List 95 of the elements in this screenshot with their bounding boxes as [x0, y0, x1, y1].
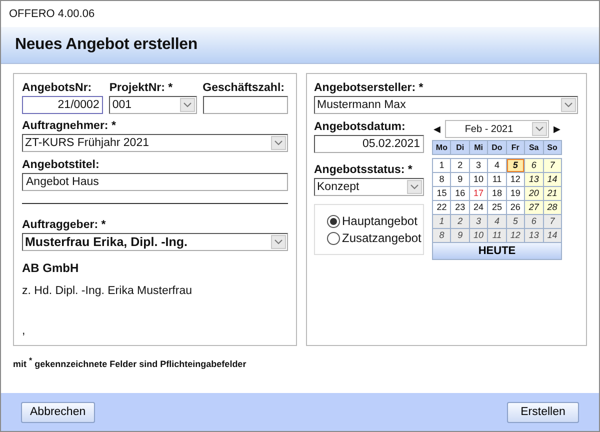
weekday-header: Mi	[470, 141, 488, 154]
weekday-header: So	[544, 141, 561, 154]
calendar-day[interactable]: 12	[506, 229, 524, 242]
field-label: Angebotsdatum:	[314, 120, 406, 134]
dropdown-button[interactable]	[180, 98, 195, 112]
chevron-down-icon	[410, 184, 419, 190]
previous-month-button[interactable]: ◀	[432, 124, 442, 134]
calendar-day[interactable]: 4	[488, 159, 506, 172]
radio-button[interactable]	[327, 232, 340, 244]
calendar-day[interactable]: 11	[488, 229, 506, 242]
dropdown-field[interactable]: 001	[109, 96, 197, 114]
calendar-day[interactable]: 20	[525, 187, 543, 200]
date-field[interactable]: 05.02.2021	[314, 135, 424, 153]
field-label: Auftragnehmer: *	[22, 119, 117, 133]
field-label: Angebotsstatus: *	[314, 163, 414, 177]
weekday-header: Do	[488, 141, 506, 154]
calendar-day[interactable]: 17	[470, 187, 488, 200]
calendar-day[interactable]: 2	[451, 159, 469, 172]
calendar-day[interactable]: 23	[451, 201, 469, 214]
calendar-day[interactable]: 22	[433, 201, 450, 214]
calendar-day[interactable]: 1	[433, 215, 450, 228]
cancel-button[interactable]: Abbrechen	[21, 402, 95, 422]
calendar-day[interactable]: 4	[488, 215, 506, 228]
calendar-day[interactable]: 10	[470, 173, 488, 186]
dropdown-button[interactable]	[271, 136, 286, 150]
month-dropdown[interactable]: Feb - 2021	[445, 120, 549, 138]
next-month-button[interactable]: ▶	[552, 124, 562, 134]
input-field[interactable]	[202, 96, 288, 114]
field-label: Angebotsersteller: *	[314, 81, 424, 95]
weekday-header: Fr	[506, 141, 524, 154]
radio-option[interactable]: Zusatzangebot	[327, 231, 423, 245]
calendar-day[interactable]: 6	[525, 159, 543, 172]
dropdown-button[interactable]	[561, 98, 576, 112]
calendar-day[interactable]: 14	[544, 229, 561, 242]
calendar-day[interactable]: 8	[433, 173, 450, 186]
calendar-day[interactable]: 6	[525, 215, 543, 228]
weekday-header: Di	[451, 141, 469, 154]
weekday-header: Mo	[433, 141, 450, 154]
chevron-down-icon	[564, 102, 573, 108]
calendar-day[interactable]: 3	[470, 159, 488, 172]
calendar-day[interactable]: 8	[433, 229, 450, 242]
radio-option[interactable]: Hauptangebot	[327, 214, 423, 228]
calendar-day[interactable]: 24	[470, 201, 488, 214]
dropdown-button[interactable]	[532, 122, 547, 136]
calendar-day[interactable]: 7	[544, 159, 561, 172]
dropdown-field[interactable]: Mustermann Max	[314, 96, 578, 114]
contact-text: z. Hd. Dipl. -Ing. Erika Musterfrau	[22, 285, 193, 297]
chevron-down-icon	[535, 126, 544, 132]
calendar-day[interactable]: 5	[506, 159, 524, 172]
calendar-day[interactable]: 12	[506, 173, 524, 186]
calendar-day[interactable]: 9	[451, 229, 469, 242]
calendar-day[interactable]: 1	[433, 159, 450, 172]
calendar-day[interactable]: 16	[451, 187, 469, 200]
field-label: Geschäftszahl:	[202, 81, 286, 95]
calendar-day[interactable]: 11	[488, 173, 506, 186]
today-button[interactable]: HEUTE	[432, 243, 562, 260]
chevron-down-icon	[182, 102, 192, 108]
dialog-title: Neues Angebot erstellen	[15, 36, 198, 54]
weekday-header: Sa	[525, 141, 543, 154]
required-fields-note: mit $^{*}$ gekennzeichnete Felder sind Pflichteingabefelder	[13, 356, 248, 369]
field-label: ProjektNr: *	[109, 81, 174, 95]
calendar-day[interactable]: 25	[488, 201, 506, 214]
calendar-day[interactable]: 15	[433, 187, 450, 200]
field-label: Auftraggeber: *	[22, 218, 107, 232]
dropdown-field[interactable]: ZT-KURS Frühjahr 2021	[22, 134, 288, 152]
dropdown-button[interactable]	[271, 235, 286, 249]
calendar-day[interactable]: 13	[525, 229, 543, 242]
calendar-day[interactable]: 28	[544, 201, 561, 214]
calendar-day[interactable]: 18	[488, 187, 506, 200]
calendar-day[interactable]: 21	[544, 187, 561, 200]
input-field[interactable]: 21/0002	[22, 96, 104, 114]
calendar-day[interactable]: 26	[506, 201, 524, 214]
calendar-day[interactable]: 9	[451, 173, 469, 186]
calendar-day[interactable]: 13	[525, 173, 543, 186]
window-title: OFFERO 4.00.06	[9, 8, 95, 20]
field-label: AngebotsNr:	[22, 81, 93, 95]
field-label: Angebotstitel:	[22, 158, 100, 172]
radio-button[interactable]	[327, 214, 340, 228]
calendar-day[interactable]: 5	[506, 215, 524, 228]
dropdown-field[interactable]: Konzept	[314, 178, 424, 196]
create-button[interactable]: Erstellen	[507, 402, 579, 422]
calendar-day[interactable]: 10	[470, 229, 488, 242]
chevron-down-icon	[274, 239, 283, 245]
calendar-day[interactable]: 3	[470, 215, 488, 228]
dropdown-button[interactable]	[407, 180, 422, 194]
address-text: ,	[22, 325, 26, 337]
chevron-down-icon	[274, 140, 283, 146]
dropdown-field[interactable]: Musterfrau Erika, Dipl. -Ing.	[22, 233, 288, 251]
calendar-day[interactable]: 14	[544, 173, 561, 186]
calendar-day[interactable]: 7	[544, 215, 561, 228]
company-name: AB GmbH	[22, 261, 80, 275]
calendar-day[interactable]: 2	[451, 215, 469, 228]
calendar-day[interactable]: 19	[506, 187, 524, 200]
calendar-day[interactable]: 27	[525, 201, 543, 214]
input-field[interactable]: Angebot Haus	[22, 173, 288, 191]
